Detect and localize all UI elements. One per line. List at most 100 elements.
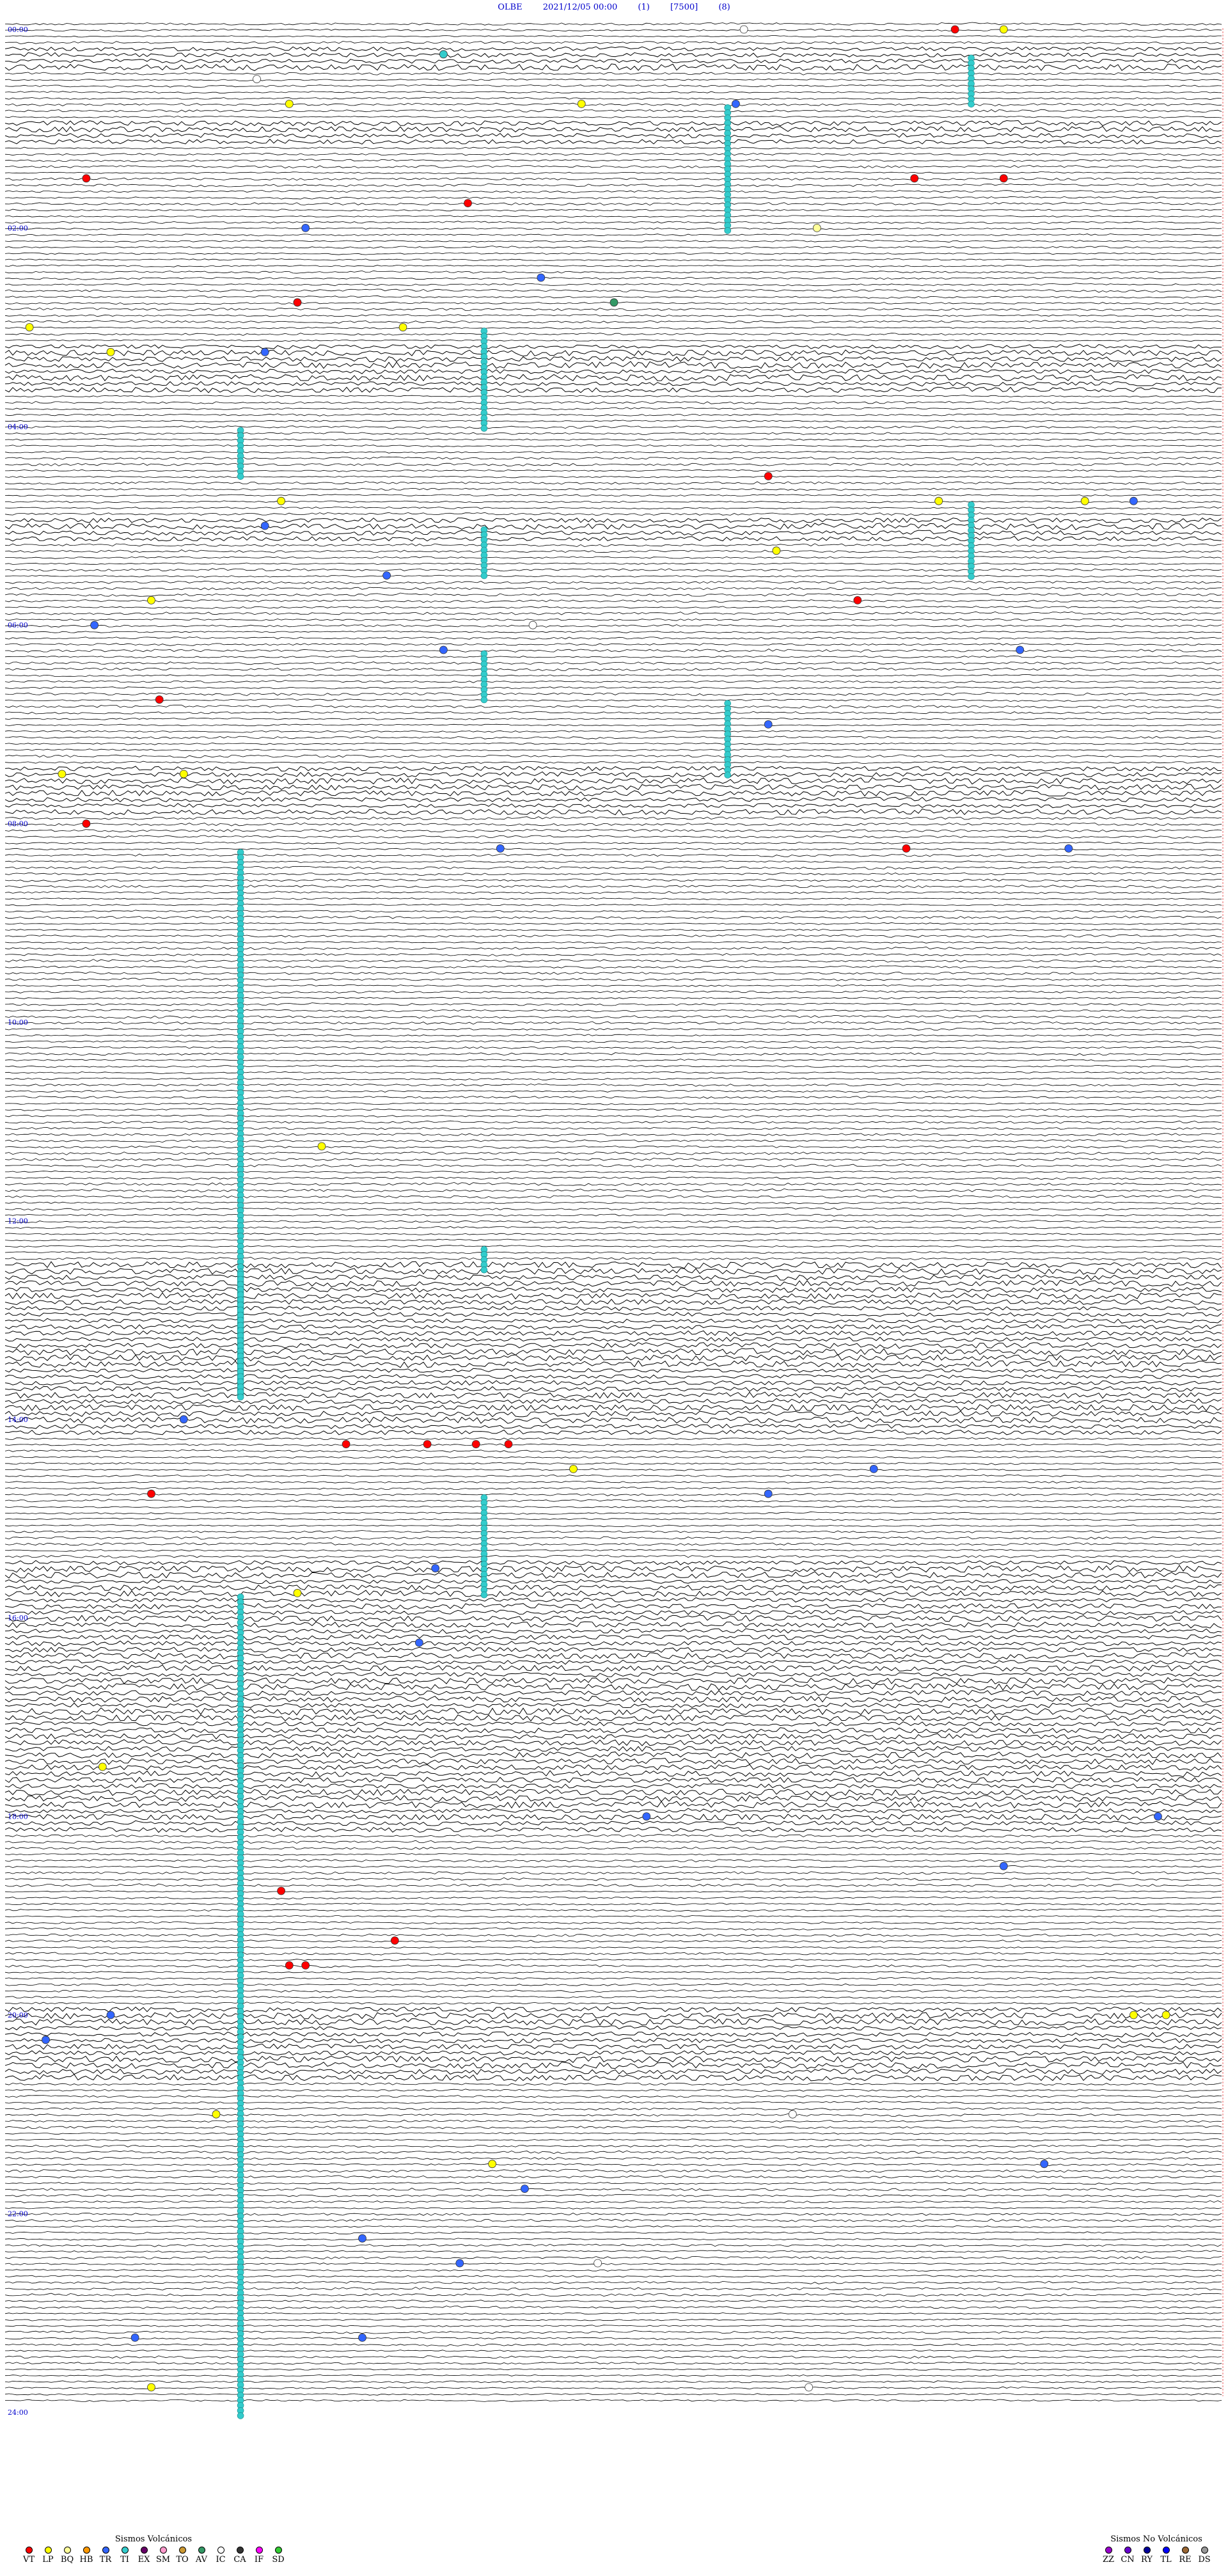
seismic-trace: [4, 1603, 1222, 1610]
seismic-trace: [4, 1770, 1222, 1778]
seismic-trace: [4, 326, 1222, 329]
seismic-trace: [4, 1071, 1222, 1074]
seismic-trace: [4, 1398, 1222, 1405]
seismic-trace: [4, 2300, 1222, 2303]
seismic-trace: [4, 407, 1222, 411]
tremor-marker: [480, 425, 488, 432]
seismic-trace: [4, 1213, 1222, 1217]
event-marker-tr: [537, 273, 546, 282]
seismic-trace: [4, 2256, 1222, 2260]
seismic-trace: [4, 1009, 1222, 1013]
seismic-trace: [4, 2012, 1222, 2020]
seismic-trace: [4, 934, 1222, 938]
seismic-trace: [4, 177, 1222, 181]
seismic-trace: [4, 2156, 1222, 2160]
event-marker-vt: [423, 1440, 432, 1449]
seismic-trace: [4, 1877, 1222, 1881]
seismic-trace: [4, 1659, 1222, 1665]
legend-item-vt: VT: [19, 2547, 38, 2564]
seismic-trace: [4, 209, 1222, 212]
seismic-trace: [4, 649, 1222, 652]
seismic-trace: [4, 761, 1222, 764]
legend-code-sm: SM: [155, 2555, 171, 2564]
event-marker-lp: [293, 1588, 302, 1597]
event-marker-ic: [594, 2259, 602, 2268]
seismic-trace: [4, 227, 1222, 230]
seismic-trace: [4, 381, 1222, 387]
legend-dot-to: [178, 2547, 186, 2554]
seismic-trace: [5, 1671, 1222, 1677]
seismic-trace: [4, 972, 1222, 976]
seismic-trace: [4, 1853, 1222, 1856]
event-marker-lp: [179, 770, 188, 778]
seismic-trace: [4, 828, 1222, 833]
hour-label: 06:00: [8, 621, 28, 629]
event-marker-lp: [1161, 2011, 1170, 2019]
legend-dot-sm: [159, 2547, 167, 2554]
seismic-trace: [4, 1480, 1222, 1484]
seismic-trace: [4, 2006, 1222, 2013]
seismic-trace: [4, 444, 1222, 448]
seismic-trace: [4, 1549, 1222, 1552]
legend-dot-ti: [121, 2547, 129, 2554]
seismic-trace: [4, 2386, 1222, 2390]
seismic-trace: [4, 910, 1222, 913]
hour-label: 18:00: [8, 1813, 28, 1821]
event-marker-lp: [1080, 496, 1089, 505]
seismic-trace: [4, 2380, 1222, 2383]
event-marker-tr: [130, 2333, 139, 2342]
seismic-trace: [4, 2355, 1222, 2359]
seismic-trace: [4, 1609, 1222, 1616]
seismic-trace: [4, 1808, 1222, 1813]
event-marker-vt: [390, 1936, 399, 1945]
legend-code-re: RE: [1179, 2555, 1192, 2564]
legend-dot-bq: [63, 2547, 71, 2554]
seismic-trace: [4, 1801, 1222, 1809]
seismic-trace: [4, 1046, 1222, 1049]
seismic-trace: [4, 940, 1222, 944]
seismic-trace: [4, 1776, 1222, 1783]
seismic-trace: [4, 729, 1222, 733]
seismic-trace: [4, 2094, 1222, 2098]
legend-dot-sd: [274, 2547, 282, 2554]
seismic-trace: [4, 1059, 1222, 1062]
seismic-trace: [5, 1163, 1222, 1168]
seismic-trace: [4, 2225, 1222, 2228]
seismic-trace: [5, 2367, 1222, 2371]
seismic-trace: [4, 245, 1222, 249]
legend-code-tl: TL: [1160, 2555, 1172, 2564]
hour-label: 10:00: [8, 1018, 28, 1027]
seismic-trace: [4, 1181, 1222, 1187]
seismic-trace: [4, 307, 1222, 312]
legend-code-ry: RY: [1141, 2555, 1153, 2564]
seismic-trace: [4, 171, 1222, 175]
seismic-trace: [4, 1158, 1222, 1162]
tremor-marker: [724, 227, 732, 234]
seismic-trace: [4, 1089, 1222, 1093]
seismic-trace: [4, 400, 1222, 404]
seismic-trace: [4, 41, 1222, 45]
seismic-trace: [4, 1410, 1222, 1418]
seismic-trace: [4, 1176, 1222, 1180]
seismic-trace: [4, 1565, 1222, 1573]
seismic-trace: [4, 1455, 1222, 1459]
seismic-trace: [4, 853, 1222, 857]
seismic-trace: [4, 1292, 1222, 1300]
seismic-trace: [4, 2343, 1222, 2346]
seismic-trace: [4, 1683, 1222, 1691]
seismic-trace: [4, 2106, 1222, 2111]
seismic-trace: [5, 2200, 1222, 2204]
seismic-trace: [4, 841, 1222, 845]
seismic-trace: [4, 506, 1222, 510]
seismic-trace: [4, 2275, 1222, 2278]
seismic-trace: [4, 835, 1222, 839]
seismic-trace: [4, 1330, 1222, 1336]
seismic-trace: [4, 1207, 1222, 1211]
event-marker-vt: [285, 1961, 294, 1970]
seismic-trace: [4, 2312, 1222, 2315]
hour-label: 02:00: [8, 224, 28, 232]
seismic-trace: [4, 1423, 1222, 1430]
event-marker-tr: [260, 521, 269, 530]
seismic-trace: [4, 580, 1222, 585]
event-marker-tr: [1130, 496, 1138, 505]
